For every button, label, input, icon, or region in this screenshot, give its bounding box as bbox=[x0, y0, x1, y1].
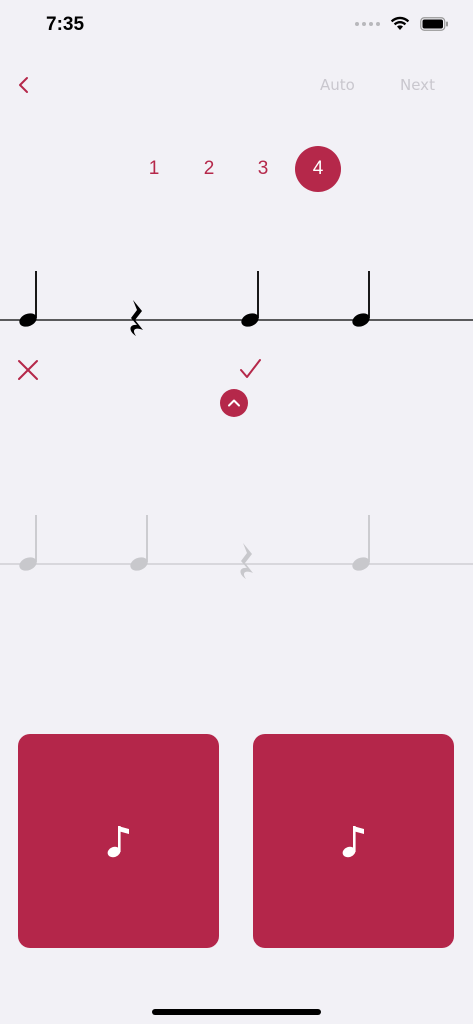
answer-rhythm-staff bbox=[0, 258, 473, 368]
cellular-signal-icon bbox=[355, 21, 380, 26]
quarter-rest-2 bbox=[130, 300, 143, 336]
wrong-mark bbox=[15, 357, 41, 383]
quarter-note-4 bbox=[352, 271, 370, 327]
quarter-rest-3 bbox=[240, 543, 253, 579]
status-icons bbox=[355, 16, 449, 31]
quarter-note-2 bbox=[130, 515, 148, 571]
page-tab-1[interactable]: 1 bbox=[131, 146, 177, 192]
music-note-icon bbox=[107, 826, 129, 858]
wifi-icon bbox=[390, 16, 410, 30]
quarter-note-4 bbox=[352, 515, 370, 571]
answer-card-2[interactable] bbox=[253, 734, 454, 948]
next-button[interactable]: Next bbox=[400, 76, 435, 94]
music-note-icon bbox=[342, 826, 364, 858]
home-indicator bbox=[152, 1009, 321, 1015]
correct-mark bbox=[237, 356, 263, 382]
quarter-note-1 bbox=[19, 271, 37, 327]
battery-icon bbox=[420, 16, 448, 31]
page-tab-2[interactable]: 2 bbox=[186, 146, 232, 192]
check-mark-icon bbox=[240, 359, 261, 378]
status-time: 7:35 bbox=[46, 14, 85, 35]
chevron-left-icon bbox=[19, 77, 28, 93]
quarter-note-1 bbox=[19, 515, 37, 571]
reference-rhythm-staff bbox=[0, 503, 473, 613]
answer-card-1[interactable] bbox=[18, 734, 219, 948]
page-tab-3[interactable]: 3 bbox=[240, 146, 286, 192]
chevron-up-icon bbox=[228, 399, 240, 407]
x-mark-icon bbox=[18, 360, 38, 380]
status-bar: 7:35 bbox=[0, 0, 473, 50]
nav-bar: Auto Next bbox=[0, 62, 473, 108]
expand-reference-button[interactable] bbox=[220, 389, 248, 417]
page-tab-4[interactable]: 4 bbox=[295, 146, 341, 192]
back-button[interactable] bbox=[10, 70, 40, 100]
page-tabs: 1 2 3 4 bbox=[0, 146, 473, 192]
quarter-note-3 bbox=[241, 271, 259, 327]
auto-button[interactable]: Auto bbox=[320, 76, 355, 94]
